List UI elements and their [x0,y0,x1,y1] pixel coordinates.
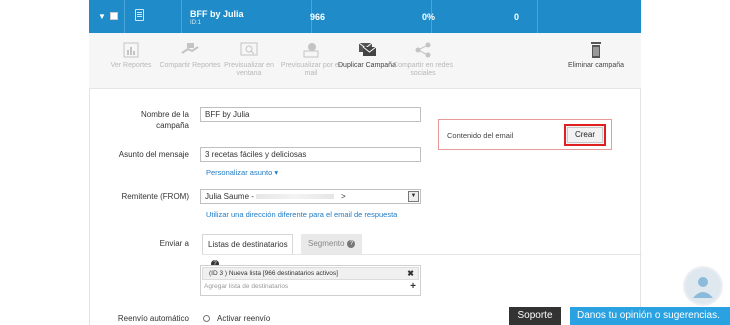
campaign-name-label: Nombre de la campaña [140,110,189,130]
create-email-label: Crear [574,130,595,139]
chevron-down-icon[interactable]: ▼ [408,191,419,202]
create-email-button[interactable]: Crear [564,124,606,146]
close-icon[interactable]: ✖ [407,268,414,279]
campaign-toolbar: Ver Reportes Compartir Reportes Previsua… [89,33,641,89]
help-icon[interactable]: ? [347,239,356,248]
recipient-list-box: (ID 3 ) Nueva lista [966 destinatarios a… [200,265,421,296]
email-content-label: Contenido del email [447,131,514,140]
duplicate-envelope-icon [357,41,377,59]
delete-campaign-label: Eliminar campaña [567,62,625,69]
campaign-name-field[interactable]: BFF by Julia [200,107,421,122]
delete-campaign-button[interactable]: Eliminar campaña [564,41,628,70]
tab-recipient-lists-label: Listas de destinatarios [208,240,288,249]
share-hands-icon [180,41,200,59]
subject-label: Asunto del mensaje [118,150,189,159]
header-cell-select [89,0,125,33]
tab-segment-label: Segmento [308,239,345,248]
sender-select[interactable]: Julia Saume - > ▼ [200,189,421,204]
reply-address-link[interactable]: Utilizar una dirección diferente para el… [206,210,397,219]
chart-icon [121,41,141,59]
document-icon [135,9,144,21]
watermark-logo [683,266,723,306]
auto-resend-option[interactable]: Activar reenvío [217,313,270,324]
plus-icon[interactable]: + [410,282,416,292]
social-share-icon [413,41,433,59]
header-cell-sent [312,0,432,33]
header-value-rate: 0% [422,12,436,22]
header-value-sent: 966 [310,12,326,22]
campaign-name[interactable]: BFF by Julia [190,9,244,19]
send-to-label: Enviar a [159,239,189,248]
social-share-label: Compartir en redes sociales [393,62,453,77]
view-reports-button[interactable]: Ver Reportes [99,41,163,70]
tab-recipient-lists[interactable]: Listas de destinatarios? [202,234,293,268]
redacted-email [256,194,334,199]
duplicate-campaign-button[interactable]: Duplicar Campaña [335,41,399,70]
header-value-count: 0 [514,12,520,22]
personalize-subject-link[interactable]: Personalizar asunto ▾ [206,168,278,177]
tab-segment[interactable]: Segmento? [301,234,362,254]
campaign-row-header[interactable]: ▼ BFF by Julia ID:1 966 0% 0 [89,0,641,33]
header-cell-type [125,0,182,33]
feedback-button[interactable]: Danos tu opinión o sugerencias. [570,307,730,325]
campaign-form-panel: Nombre de la campaña BFF by Julia Asunto… [89,89,642,325]
preview-email-button[interactable]: Previsualizar por e-mail [279,41,343,78]
sender-label: Remitente (FROM) [121,192,189,201]
share-reports-label: Compartir Reportes [159,62,221,69]
trash-icon [586,41,606,59]
add-recipient-list-input[interactable]: Agregar lista de destinatarios [204,283,288,290]
sender-value: Julia Saume - [205,192,254,201]
social-share-button[interactable]: Compartir en redes sociales [391,41,455,78]
sender-suffix: > [341,192,346,201]
tab-divider [202,254,642,255]
auto-resend-radio[interactable] [203,315,210,322]
share-reports-button[interactable]: Compartir Reportes [158,41,222,70]
preview-window-button[interactable]: Previsualizar en ventana [217,41,281,78]
recipient-list-text: (ID 3 ) Nueva lista [966 destinatarios a… [209,270,338,277]
duplicate-campaign-label: Duplicar Campaña [338,62,396,69]
preview-window-label: Previsualizar en ventana [224,62,274,77]
auto-resend-label: Reenvío automático [117,314,189,323]
recipient-list-item: (ID 3 ) Nueva lista [966 destinatarios a… [202,267,419,280]
view-reports-label: Ver Reportes [110,62,152,69]
campaign-id: ID:1 [190,20,202,26]
preview-email-icon [301,41,321,59]
preview-window-icon [239,41,259,59]
support-button[interactable]: Soporte [509,307,561,325]
email-content-box: Contenido del email Crear [438,119,612,150]
header-cell-rate [432,0,538,33]
subject-field[interactable]: 3 recetas fáciles y deliciosas [200,147,421,162]
preview-email-label: Previsualizar por e-mail [280,62,342,77]
